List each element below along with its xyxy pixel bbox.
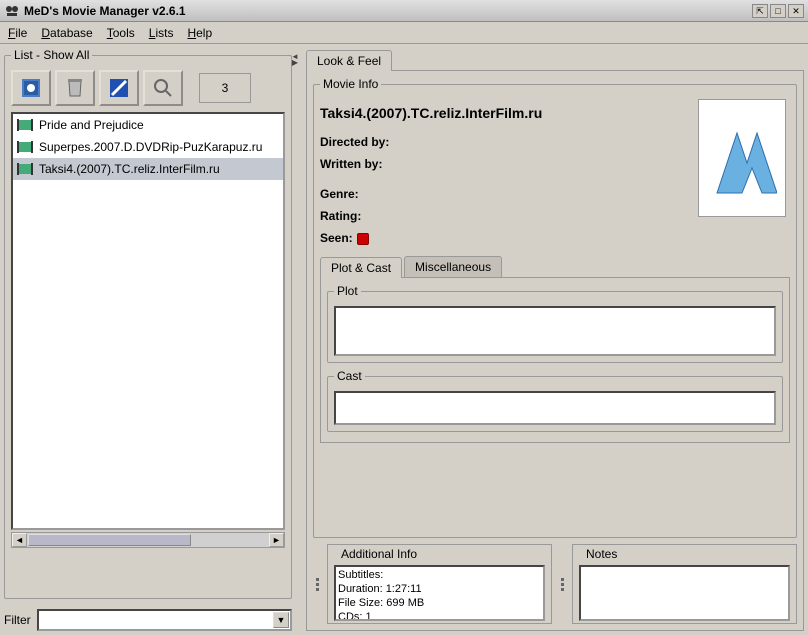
cast-label: Cast: [334, 369, 365, 383]
addl-duration: Duration: 1:27:11: [338, 582, 541, 596]
movie-info-group: Movie Info Taksi4.(2007).TC.reliz.InterF…: [313, 77, 797, 538]
minimize-internal-button[interactable]: ⇱: [752, 4, 768, 18]
menu-file[interactable]: File: [8, 26, 27, 40]
film-icon: [17, 139, 33, 155]
edit-button[interactable]: [99, 70, 139, 106]
filter-input[interactable]: ▼: [37, 609, 292, 631]
app-icon: [4, 3, 20, 19]
additional-info-label: Additional Info: [338, 547, 420, 561]
drag-handle[interactable]: [558, 544, 566, 624]
maximize-button[interactable]: □: [770, 4, 786, 18]
menu-lists[interactable]: Lists: [149, 26, 174, 40]
film-icon: [17, 117, 33, 133]
scroll-left-button[interactable]: ◄: [12, 533, 27, 547]
search-button[interactable]: [143, 70, 183, 106]
movie-list[interactable]: Pride and Prejudice Superpes.2007.D.DVDR…: [11, 112, 285, 530]
plot-textarea[interactable]: [334, 306, 776, 356]
filter-dropdown-button[interactable]: ▼: [273, 612, 289, 628]
list-item[interactable]: Superpes.2007.D.DVDRip-PuzKarapuz.ru: [13, 136, 283, 158]
scroll-right-button[interactable]: ►: [269, 533, 284, 547]
addl-subtitles: Subtitles:: [338, 568, 541, 582]
seen-label: Seen:: [320, 231, 353, 245]
menu-help[interactable]: Help: [187, 26, 212, 40]
tab-plot-cast[interactable]: Plot & Cast: [320, 257, 402, 278]
film-icon: [17, 161, 33, 177]
count-display: 3: [199, 73, 251, 103]
additional-info-list[interactable]: Subtitles: Duration: 1:27:11 File Size: …: [334, 565, 545, 621]
list-item-label: Pride and Prejudice: [39, 118, 144, 132]
collapse-right-icon: ▶: [292, 60, 298, 66]
tab-look-feel[interactable]: Look & Feel: [306, 50, 392, 71]
tab-miscellaneous[interactable]: Miscellaneous: [404, 256, 502, 277]
drag-handle[interactable]: [313, 544, 321, 624]
seen-indicator-icon: [357, 233, 369, 245]
movie-title: Taksi4.(2007).TC.reliz.InterFilm.ru: [320, 105, 698, 121]
cast-group: Cast: [327, 369, 783, 432]
scroll-thumb[interactable]: [28, 534, 191, 546]
rating-label: Rating:: [320, 209, 361, 223]
list-item[interactable]: Pride and Prejudice: [13, 114, 283, 136]
window-title: MeD's Movie Manager v2.6.1: [24, 4, 750, 18]
close-button[interactable]: ✕: [788, 4, 804, 18]
filter-label: Filter: [4, 613, 31, 627]
notes-textarea[interactable]: [579, 565, 790, 621]
add-movie-button[interactable]: [11, 70, 51, 106]
movie-info-label: Movie Info: [320, 77, 381, 91]
delete-button[interactable]: [55, 70, 95, 106]
plot-group: Plot: [327, 284, 783, 363]
list-group-title: List - Show All: [11, 48, 92, 62]
title-bar: MeD's Movie Manager v2.6.1 ⇱ □ ✕: [0, 0, 808, 22]
list-item-label: Taksi4.(2007).TC.reliz.InterFilm.ru: [39, 162, 220, 176]
additional-info-group: Additional Info Subtitles: Duration: 1:2…: [327, 544, 552, 624]
list-item[interactable]: Taksi4.(2007).TC.reliz.InterFilm.ru: [13, 158, 283, 180]
addl-cds: CDs: 1: [338, 610, 541, 621]
cover-image: [698, 99, 786, 217]
written-by-label: Written by:: [320, 157, 382, 171]
splitter-handle[interactable]: ◄ ▶: [292, 48, 298, 631]
list-group: List - Show All 3 Pride a: [4, 48, 292, 599]
cast-textarea[interactable]: [334, 391, 776, 425]
menu-tools[interactable]: Tools: [107, 26, 135, 40]
menu-bar: File Database Tools Lists Help: [0, 22, 808, 44]
directed-by-label: Directed by:: [320, 135, 389, 149]
notes-group: Notes: [572, 544, 797, 624]
genre-label: Genre:: [320, 187, 359, 201]
notes-label: Notes: [583, 547, 620, 561]
addl-filesize: File Size: 699 MB: [338, 596, 541, 610]
horizontal-scrollbar[interactable]: ◄ ►: [11, 532, 285, 548]
menu-database[interactable]: Database: [41, 26, 92, 40]
list-item-label: Superpes.2007.D.DVDRip-PuzKarapuz.ru: [39, 140, 262, 154]
plot-label: Plot: [334, 284, 361, 298]
